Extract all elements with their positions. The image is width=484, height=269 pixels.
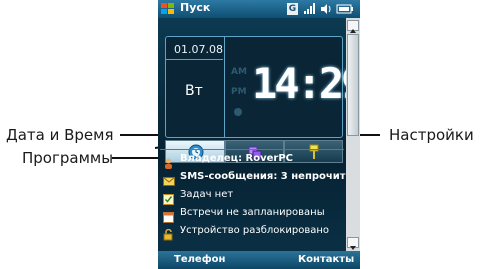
list-item[interactable]: Встречи не запланированы bbox=[160, 205, 346, 223]
tasks-label: Задач нет bbox=[180, 189, 234, 200]
lock-icon bbox=[163, 226, 174, 241]
scroll-thumb[interactable] bbox=[347, 34, 359, 136]
list-item[interactable]: Устройство разблокировано bbox=[160, 223, 346, 241]
list-item[interactable]: SMS-сообщения: 3 непрочит bbox=[160, 169, 346, 187]
title-bar: Пуск G bbox=[158, 0, 360, 18]
windows-start-icon[interactable] bbox=[161, 3, 174, 15]
tasks-icon bbox=[163, 190, 174, 205]
callout-settings: Настройки bbox=[389, 126, 474, 144]
device-screen: Пуск G 01.07.08 Вт AM PM 14:29 Владелец:… bbox=[158, 0, 360, 269]
pm-indicator: PM bbox=[231, 87, 247, 97]
softkey-bar: Телефон Контакты bbox=[158, 251, 360, 269]
sms-icon bbox=[163, 172, 175, 186]
contacts-softkey[interactable]: Контакты bbox=[298, 254, 354, 265]
scroll-up-button[interactable] bbox=[347, 20, 359, 33]
clock-widget[interactable]: 01.07.08 Вт AM PM 14:29 bbox=[165, 36, 360, 138]
scrollbar[interactable] bbox=[346, 18, 360, 251]
sms-label: SMS-сообщения: 3 непрочит bbox=[180, 171, 346, 182]
battery-icon[interactable] bbox=[336, 3, 354, 15]
tabs-divider bbox=[160, 149, 344, 150]
owner-label: Владелец: RoverPC bbox=[180, 153, 294, 164]
list-item[interactable]: Владелец: RoverPC bbox=[160, 151, 346, 169]
calendar-label: Встречи не запланированы bbox=[180, 207, 325, 218]
clock-time: 14:29 bbox=[252, 61, 360, 107]
callout-programs-leader bbox=[112, 157, 158, 159]
callout-date-time: Дата и Время bbox=[6, 126, 114, 144]
start-title[interactable]: Пуск bbox=[180, 1, 210, 14]
volume-icon[interactable] bbox=[320, 3, 333, 15]
am-indicator: AM bbox=[231, 67, 247, 77]
network-icon[interactable]: G bbox=[287, 3, 298, 15]
date-text: 01.07.08 bbox=[174, 43, 223, 56]
date-panel: 01.07.08 Вт bbox=[166, 37, 225, 137]
today-screen: 01.07.08 Вт AM PM 14:29 Владелец: RoverP… bbox=[158, 18, 360, 251]
scroll-down-button[interactable] bbox=[347, 237, 359, 250]
alarm-ghost-icon bbox=[233, 107, 243, 120]
list-item[interactable]: Задач нет bbox=[160, 187, 346, 205]
owner-icon bbox=[163, 154, 174, 169]
signal-icon[interactable] bbox=[303, 3, 317, 15]
calendar-icon bbox=[163, 208, 174, 223]
phone-softkey[interactable]: Телефон bbox=[174, 254, 225, 265]
weekday-text: Вт bbox=[185, 83, 203, 99]
clock-time-value: 14:29 bbox=[252, 59, 360, 108]
lock-label: Устройство разблокировано bbox=[180, 225, 330, 236]
callout-programs: Программы bbox=[22, 149, 114, 167]
